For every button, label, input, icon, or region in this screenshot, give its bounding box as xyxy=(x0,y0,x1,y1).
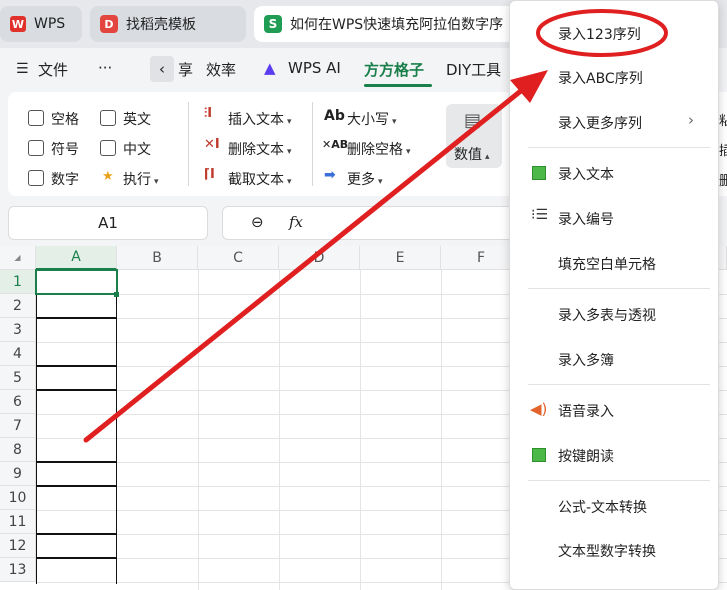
red-arrow-shaft xyxy=(83,87,525,443)
red-highlight-circle xyxy=(536,9,668,57)
annotation-overlay xyxy=(83,9,668,443)
